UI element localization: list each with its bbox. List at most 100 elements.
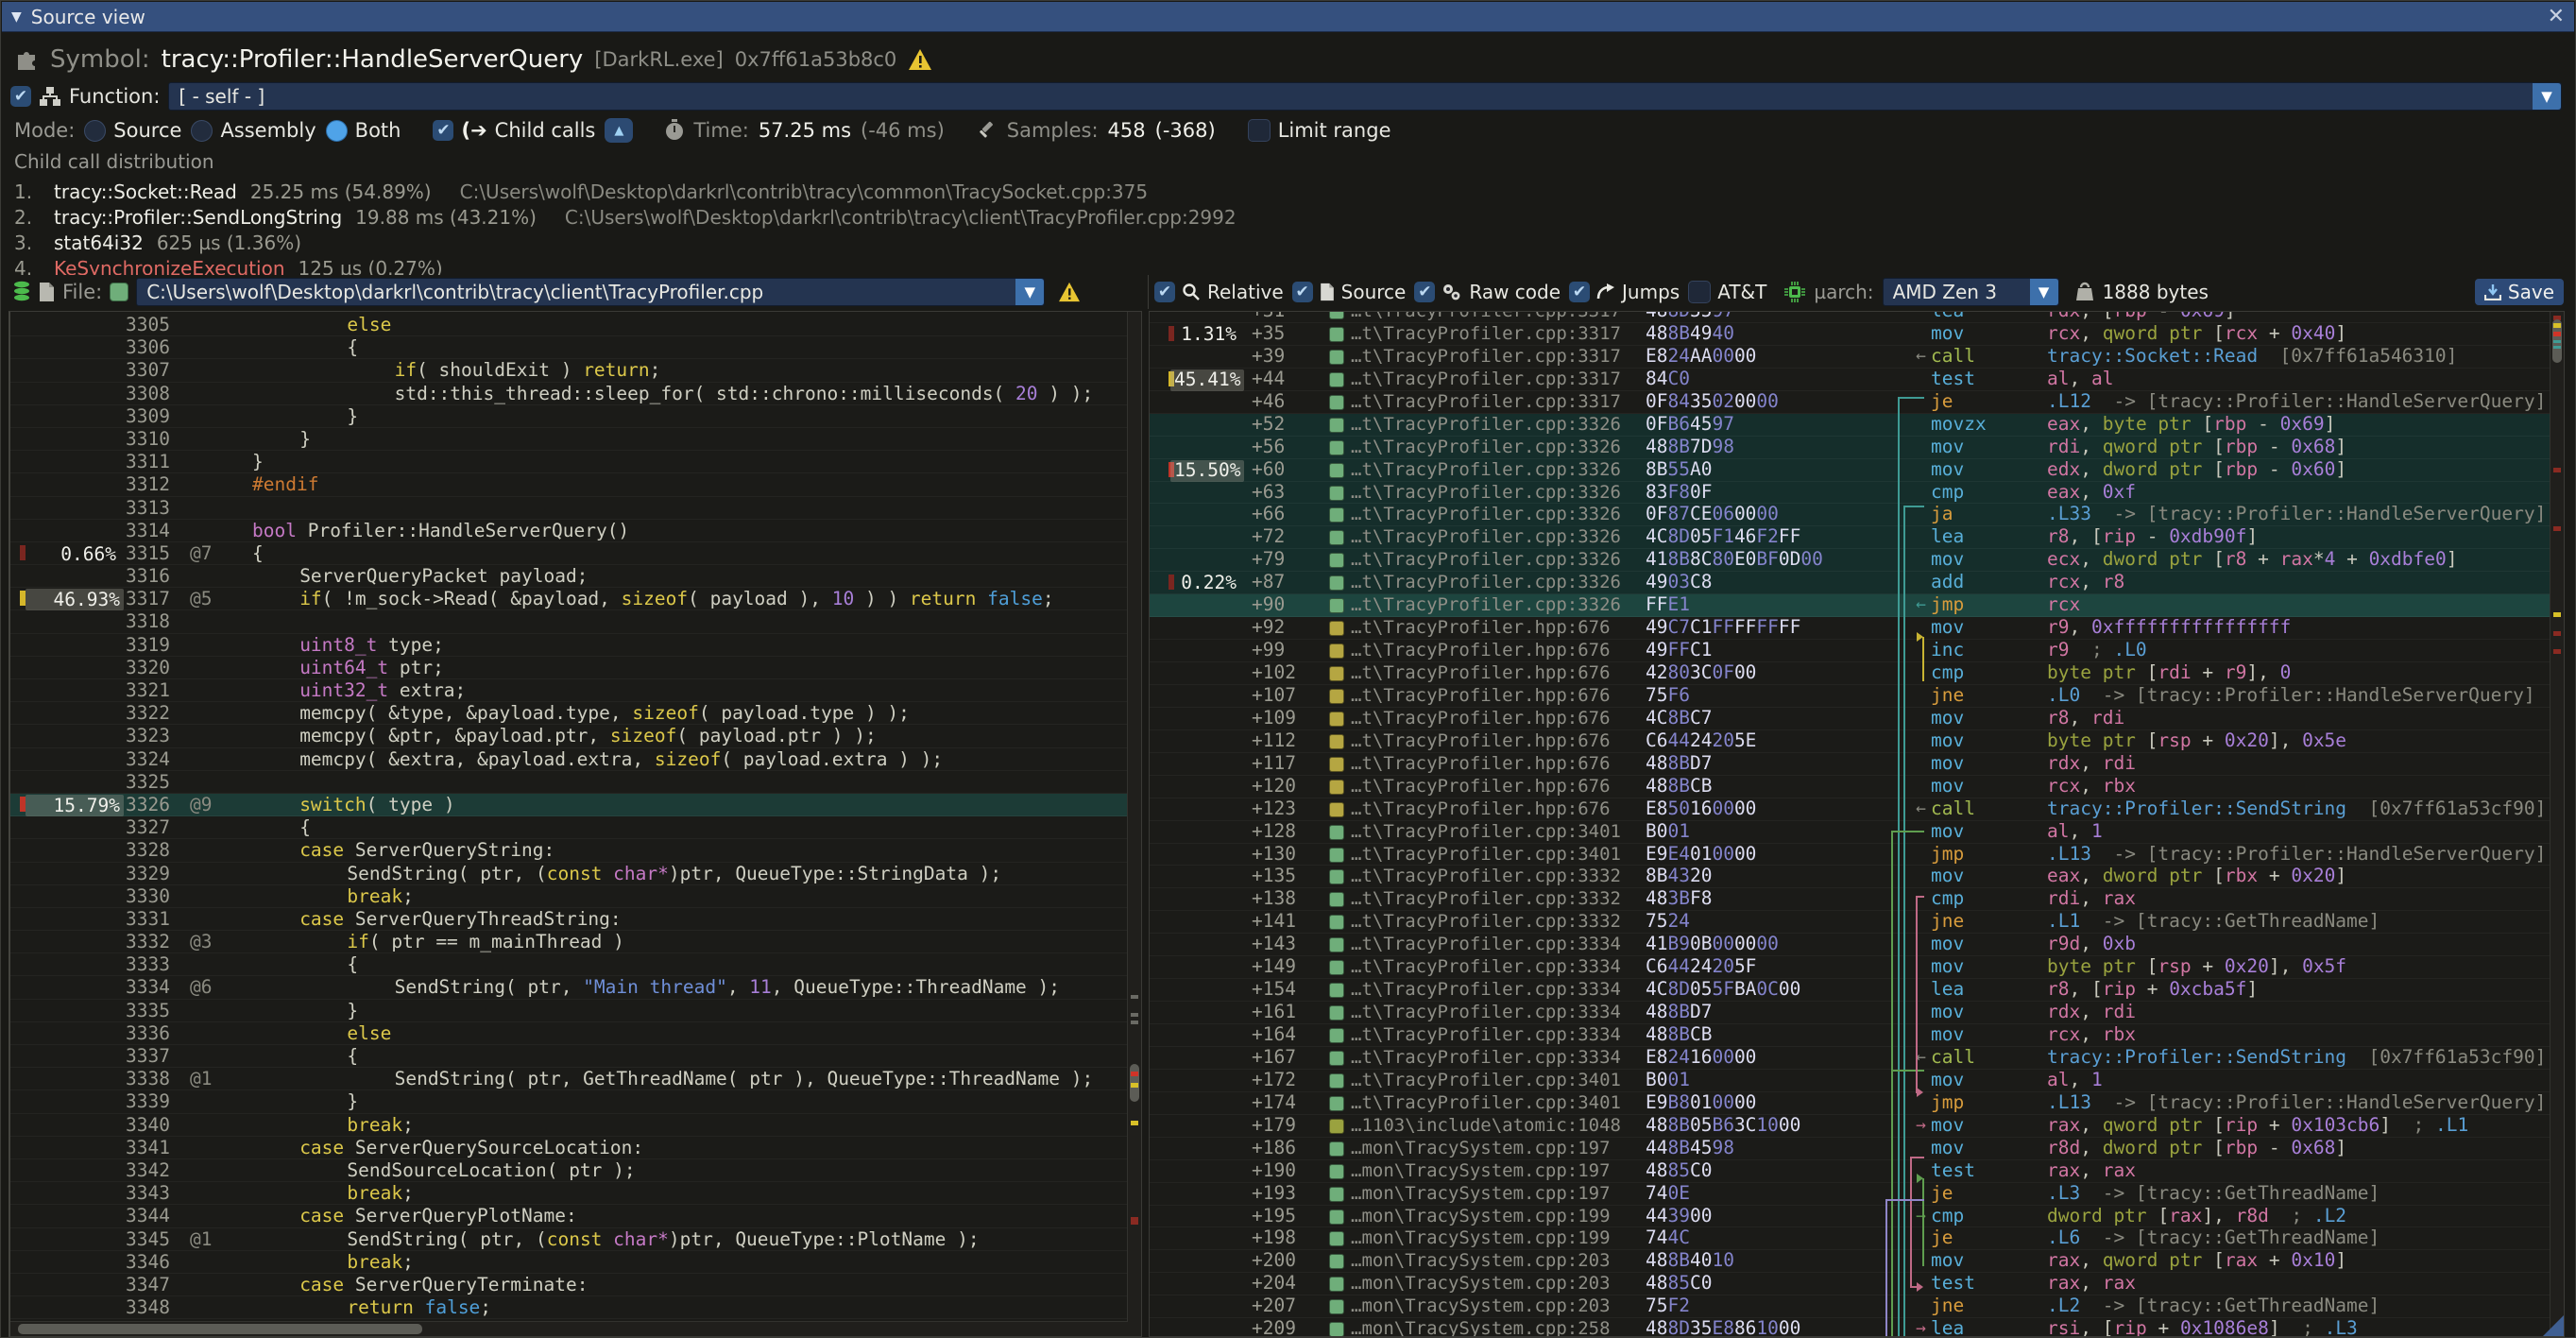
collapse-triangle-icon[interactable]: ▼ bbox=[11, 9, 22, 25]
asm-row[interactable]: +207…mon\TracySystem.cpp:20375F2jne.L2 -… bbox=[1150, 1295, 2564, 1318]
source-vertical-scrollbar[interactable] bbox=[1127, 312, 1141, 1336]
jumps-checkbox[interactable]: ✔ Jumps bbox=[1569, 281, 1680, 303]
asm-row[interactable]: 15.50%+60…t\TracyProfiler.cpp:33268B55A0… bbox=[1150, 459, 2564, 482]
source-line-row[interactable]: 0.66%3315@7{ bbox=[10, 542, 1141, 565]
asm-row[interactable]: +39…t\TracyProfiler.cpp:3317E824AA0000←c… bbox=[1150, 346, 2564, 369]
asm-row[interactable]: +72…t\TracyProfiler.cpp:33264C8D05F146F2… bbox=[1150, 526, 2564, 549]
asm-row[interactable]: +90…t\TracyProfiler.cpp:3326FFE1←jmprcx bbox=[1150, 594, 2564, 617]
checkbox-icon[interactable]: ✔ bbox=[1414, 282, 1435, 302]
asm-row[interactable]: +149…t\TracyProfiler.cpp:3334C64424205Fm… bbox=[1150, 956, 2564, 979]
child-calls-checkbox[interactable]: ✔ (➔ Child calls bbox=[433, 119, 595, 142]
source-line-row[interactable]: 3316ServerQueryPacket payload; bbox=[10, 565, 1141, 588]
checkbox-unchecked-icon[interactable]: ✔ bbox=[1248, 119, 1271, 142]
source-line-row[interactable]: 3335} bbox=[10, 1000, 1141, 1022]
source-line-row[interactable]: 15.79%3326@9switch( type ) bbox=[10, 794, 1141, 816]
scrollbar-thumb[interactable] bbox=[18, 1324, 422, 1334]
asm-row[interactable]: +141…t\TracyProfiler.cpp:33327524jne.L1 … bbox=[1150, 911, 2564, 934]
source-line-row[interactable]: 3312#endif bbox=[10, 473, 1141, 496]
source-line-row[interactable]: 3323memcpy( &ptr, &payload.ptr, sizeof( … bbox=[10, 725, 1141, 747]
asm-row[interactable]: +174…t\TracyProfiler.cpp:3401E9B8010000j… bbox=[1150, 1092, 2564, 1115]
asm-row[interactable]: +120…t\TracyProfiler.hpp:676488BCBmovrcx… bbox=[1150, 776, 2564, 798]
mode-radio-assembly[interactable]: Assembly bbox=[191, 119, 316, 142]
source-line-row[interactable]: 46.93%3317@5if( !m_sock->Read( &payload,… bbox=[10, 588, 1141, 610]
source-line-row[interactable]: 3308std::this_thread::sleep_for( std::ch… bbox=[10, 383, 1141, 405]
asm-row[interactable]: +128…t\TracyProfiler.cpp:3401B001moval, … bbox=[1150, 821, 2564, 844]
function-checkbox[interactable]: ✔ bbox=[10, 86, 31, 107]
att-checkbox[interactable]: ✔ AT&T bbox=[1688, 281, 1766, 303]
radio-selected-icon[interactable] bbox=[326, 120, 348, 142]
title-bar[interactable]: ▼ Source view ✕ bbox=[2, 2, 2574, 32]
source-line-row[interactable]: 3319uint8_t type; bbox=[10, 634, 1141, 657]
chevron-down-icon[interactable]: ▼ bbox=[1015, 279, 1044, 305]
checkbox-unchecked-icon[interactable]: ✔ bbox=[1688, 281, 1711, 303]
asm-row[interactable]: +186…mon\TracySystem.cpp:197448B4598movr… bbox=[1150, 1138, 2564, 1160]
child-call-entry[interactable]: 4.KeSynchronizeExecution125 µs (0.27%) bbox=[14, 255, 1809, 275]
source-line-row[interactable]: 3337{ bbox=[10, 1045, 1141, 1068]
asm-row[interactable]: +102…t\TracyProfiler.hpp:67642803C0F00cm… bbox=[1150, 662, 2564, 685]
source-line-row[interactable]: 3344case ServerQueryPlotName: bbox=[10, 1205, 1141, 1227]
asm-row[interactable]: +172…t\TracyProfiler.cpp:3401B001moval, … bbox=[1150, 1070, 2564, 1092]
asm-row[interactable]: +52…t\TracyProfiler.cpp:33260FB64597movz… bbox=[1150, 414, 2564, 437]
source-line-row[interactable]: 3339} bbox=[10, 1090, 1141, 1113]
source-line-row[interactable]: 3338@1SendString( ptr, GetThreadName( pt… bbox=[10, 1068, 1141, 1090]
asm-row[interactable]: +63…t\TracyProfiler.cpp:332683F80Fcmpeax… bbox=[1150, 482, 2564, 505]
source-line-row[interactable]: 3329SendString( ptr, (const char*)ptr, Q… bbox=[10, 863, 1141, 885]
source-line-row[interactable]: 3305else bbox=[10, 314, 1141, 336]
asm-row[interactable]: +92…t\TracyProfiler.hpp:67649C7C1FFFFFFF… bbox=[1150, 617, 2564, 640]
asm-row[interactable]: +112…t\TracyProfiler.hpp:676C64424205Emo… bbox=[1150, 730, 2564, 753]
checkbox-icon[interactable]: ✔ bbox=[1154, 282, 1175, 302]
collapse-up-button[interactable]: ▲ bbox=[605, 118, 633, 143]
relative-checkbox[interactable]: ✔ Relative bbox=[1154, 281, 1284, 303]
source-line-row[interactable]: 3333{ bbox=[10, 953, 1141, 976]
asm-row[interactable]: +204…mon\TracySystem.cpp:2034885C0testra… bbox=[1150, 1273, 2564, 1295]
asm-row[interactable]: +99…t\TracyProfiler.hpp:67649FFC1incr9 ;… bbox=[1150, 640, 2564, 662]
asm-row[interactable]: +66…t\TracyProfiler.cpp:33260F87CE060000… bbox=[1150, 504, 2564, 526]
chevron-down-icon[interactable]: ▼ bbox=[2030, 279, 2058, 305]
resize-grip[interactable] bbox=[2543, 1315, 2564, 1336]
source-line-row[interactable]: 3348return false; bbox=[10, 1296, 1141, 1319]
asm-row[interactable]: +193…mon\TracySystem.cpp:197740Eje.L3 ->… bbox=[1150, 1183, 2564, 1206]
source-line-row[interactable]: 3314bool Profiler::HandleServerQuery() bbox=[10, 520, 1141, 542]
source-line-row[interactable]: 3331case ServerQueryThreadString: bbox=[10, 908, 1141, 931]
asm-row[interactable]: +135…t\TracyProfiler.cpp:33328B4320movea… bbox=[1150, 866, 2564, 888]
asm-row[interactable]: +138…t\TracyProfiler.cpp:3332483BF8cmprd… bbox=[1150, 888, 2564, 911]
source-horizontal-scrollbar[interactable] bbox=[10, 1321, 1128, 1336]
asm-row[interactable]: +107…t\TracyProfiler.hpp:67675F6jne.L0 -… bbox=[1150, 685, 2564, 708]
file-select[interactable]: C:\Users\wolf\Desktop\darkrl\contrib\tra… bbox=[136, 278, 1045, 306]
source-line-row[interactable]: 3343break; bbox=[10, 1182, 1141, 1205]
source-line-row[interactable]: 3346break; bbox=[10, 1251, 1141, 1274]
source-line-row[interactable]: 3347case ServerQueryTerminate: bbox=[10, 1274, 1141, 1296]
source-line-row[interactable]: 3327{ bbox=[10, 816, 1141, 839]
child-call-entry[interactable]: 3.stat64i32625 µs (1.36%) bbox=[14, 230, 1809, 255]
chevron-down-icon[interactable]: ▼ bbox=[2533, 83, 2561, 110]
asm-row[interactable]: +79…t\TracyProfiler.cpp:3326418B8C80E0BF… bbox=[1150, 549, 2564, 572]
asm-row[interactable]: +117…t\TracyProfiler.hpp:676488BD7movrdx… bbox=[1150, 753, 2564, 776]
source-line-row[interactable]: 3310} bbox=[10, 428, 1141, 451]
source-checkbox[interactable]: ✔ Source bbox=[1292, 281, 1407, 303]
asm-row[interactable]: +123…t\TracyProfiler.hpp:676E850160000←c… bbox=[1150, 798, 2564, 821]
child-call-entry[interactable]: 2.tracy::Profiler::SendLongString19.88 m… bbox=[14, 204, 1809, 230]
asm-row[interactable]: +198…mon\TracySystem.cpp:199744Cje.L6 ->… bbox=[1150, 1227, 2564, 1250]
asm-row[interactable]: +164…t\TracyProfiler.cpp:3334488BCBmovrc… bbox=[1150, 1024, 2564, 1047]
radio-icon[interactable] bbox=[84, 120, 106, 142]
asm-row[interactable]: +154…t\TracyProfiler.cpp:33344C8D055FBA0… bbox=[1150, 979, 2564, 1002]
asm-row[interactable]: +56…t\TracyProfiler.cpp:3326488B7D98movr… bbox=[1150, 437, 2564, 459]
asm-row[interactable]: +130…t\TracyProfiler.cpp:3401E9E4010000j… bbox=[1150, 844, 2564, 866]
source-line-row[interactable]: 3313 bbox=[10, 497, 1141, 520]
source-line-row[interactable]: 3332@3if( ptr == m_mainThread ) bbox=[10, 931, 1141, 953]
source-line-row[interactable]: 3330break; bbox=[10, 885, 1141, 908]
asm-row[interactable]: +161…t\TracyProfiler.cpp:3334488BD7movrd… bbox=[1150, 1002, 2564, 1024]
raw-code-checkbox[interactable]: ✔ Raw code bbox=[1414, 281, 1561, 303]
source-line-row[interactable]: 3309} bbox=[10, 405, 1141, 428]
source-line-row[interactable]: 3321uint32_t extra; bbox=[10, 679, 1141, 702]
source-line-row[interactable]: 3320uint64_t ptr; bbox=[10, 657, 1141, 679]
source-line-row[interactable]: 3342SendSourceLocation( ptr ); bbox=[10, 1159, 1141, 1182]
asm-row[interactable]: 1.31%+35…t\TracyProfiler.cpp:3317488B494… bbox=[1150, 323, 2564, 346]
save-button[interactable]: Save bbox=[2475, 279, 2564, 305]
mode-radio-both[interactable]: Both bbox=[326, 119, 401, 142]
source-line-row[interactable]: 3340break; bbox=[10, 1114, 1141, 1137]
source-line-row[interactable]: 3318 bbox=[10, 610, 1141, 633]
checkbox-icon[interactable]: ✔ bbox=[1569, 282, 1590, 302]
limit-range-checkbox[interactable]: ✔ Limit range bbox=[1248, 119, 1391, 142]
source-line-row[interactable]: 3345@1SendString( ptr, (const char*)ptr,… bbox=[10, 1228, 1141, 1251]
